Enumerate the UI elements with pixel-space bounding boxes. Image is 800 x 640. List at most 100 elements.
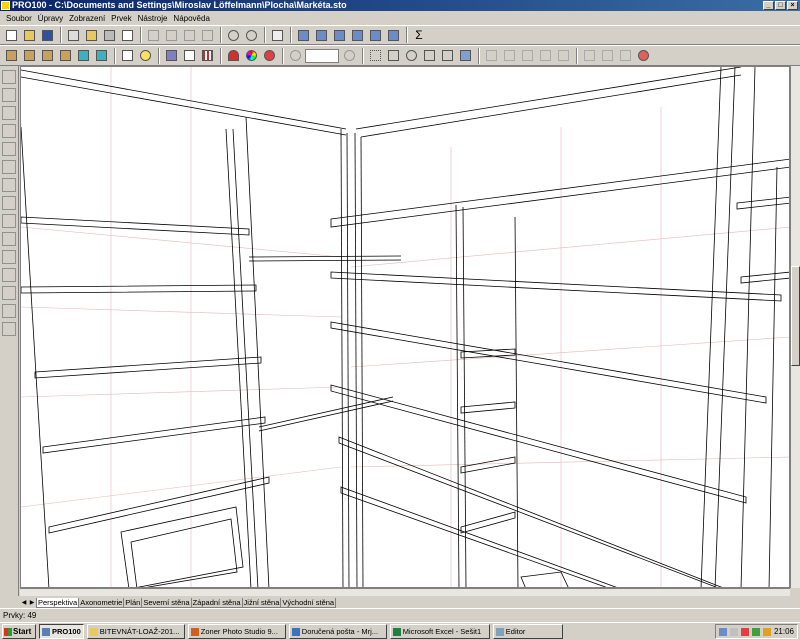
task-pro100[interactable]: PRO100: [39, 624, 84, 639]
menu-zobrazeni[interactable]: Zobrazení: [66, 14, 108, 23]
sum-button[interactable]: Σ: [411, 27, 427, 43]
dimension-button[interactable]: [181, 48, 197, 64]
copy-button[interactable]: [163, 27, 179, 43]
door-button[interactable]: [39, 48, 55, 64]
tool-b-button[interactable]: [501, 48, 517, 64]
grid-button[interactable]: [199, 48, 215, 64]
pan-icon[interactable]: [2, 124, 16, 138]
preview-button[interactable]: [119, 27, 135, 43]
fly-icon[interactable]: [2, 196, 16, 210]
save-as-button[interactable]: [83, 27, 99, 43]
menu-prvek[interactable]: Prvek: [108, 14, 134, 23]
render-button[interactable]: [163, 48, 179, 64]
zoom-input[interactable]: [305, 48, 339, 63]
print-button[interactable]: [101, 27, 117, 43]
tab-scroll-left-icon[interactable]: ◀: [20, 598, 28, 608]
tab-axonometrie[interactable]: Axonometrie: [78, 598, 125, 608]
solid-icon[interactable]: [2, 286, 16, 300]
material-button[interactable]: [75, 48, 91, 64]
orbit-icon[interactable]: [2, 214, 16, 228]
texture-button[interactable]: [93, 48, 109, 64]
tab-scroll-right-icon[interactable]: ▶: [28, 598, 36, 608]
delete-button[interactable]: [199, 27, 215, 43]
view-2-button[interactable]: [313, 27, 329, 43]
tab-vychodni-stena[interactable]: Východní stěna: [280, 598, 337, 608]
minimize-button[interactable]: _: [763, 1, 774, 10]
look-icon[interactable]: [2, 178, 16, 192]
cabinet-button[interactable]: [3, 48, 19, 64]
color-button[interactable]: [243, 48, 259, 64]
align-button[interactable]: [439, 48, 455, 64]
tab-zapadni-stena[interactable]: Západní stěna: [190, 598, 243, 608]
scrollbar-thumb[interactable]: [791, 266, 800, 366]
tab-severni-stena[interactable]: Severní stěna: [141, 598, 192, 608]
tool-c-button[interactable]: [519, 48, 535, 64]
redo-button[interactable]: [243, 27, 259, 43]
3d-viewport[interactable]: [20, 66, 790, 588]
tool-g-button[interactable]: [599, 48, 615, 64]
tab-jizni-stena[interactable]: Jižní stěna: [241, 598, 282, 608]
task-posta[interactable]: Doručená pošta - Mrj...: [288, 624, 387, 639]
mirror-button[interactable]: [421, 48, 437, 64]
wireframe-icon[interactable]: [2, 268, 16, 282]
paste-button[interactable]: [181, 27, 197, 43]
cut-button[interactable]: [145, 27, 161, 43]
pointer-icon[interactable]: [2, 70, 16, 84]
cancel-tool-button[interactable]: [635, 48, 651, 64]
walk-icon[interactable]: [2, 160, 16, 174]
select-all-button[interactable]: [367, 48, 383, 64]
task-editor[interactable]: Editor: [492, 624, 563, 639]
tab-perspektiva[interactable]: Perspektiva: [36, 598, 80, 608]
zoom-icon[interactable]: [2, 142, 16, 156]
tool-a-button[interactable]: [483, 48, 499, 64]
antivirus-icon[interactable]: [740, 627, 749, 636]
network-icon[interactable]: [718, 627, 727, 636]
zoom-in-button[interactable]: [341, 48, 357, 64]
sun-icon[interactable]: [2, 88, 16, 102]
menu-nastroje[interactable]: Nástroje: [135, 14, 171, 23]
task-zoner[interactable]: Zoner Photo Studio 9...: [187, 624, 286, 639]
drawer-button[interactable]: [21, 48, 37, 64]
task-excel[interactable]: Microsoft Excel - Sešit1: [389, 624, 490, 639]
view-1-button[interactable]: [295, 27, 311, 43]
close-button[interactable]: ×: [787, 1, 798, 10]
stop-button[interactable]: [261, 48, 277, 64]
open-button[interactable]: [21, 27, 37, 43]
volume-icon[interactable]: [729, 627, 738, 636]
group-button[interactable]: [457, 48, 473, 64]
menu-upravy[interactable]: Úpravy: [35, 14, 66, 23]
new-file-button[interactable]: [3, 27, 19, 43]
view-4-button[interactable]: [349, 27, 365, 43]
maximize-button[interactable]: □: [775, 1, 786, 10]
menu-soubor[interactable]: Soubor: [3, 14, 35, 23]
label-button[interactable]: [119, 48, 135, 64]
vertical-scrollbar[interactable]: [790, 66, 800, 588]
task-bitevnat[interactable]: BITEVNÁT-LOAŽ-201...: [86, 624, 185, 639]
view-6-button[interactable]: [385, 27, 401, 43]
update-icon[interactable]: [762, 627, 771, 636]
shade-icon[interactable]: [2, 322, 16, 336]
save-button[interactable]: [39, 27, 55, 43]
undo-button[interactable]: [225, 27, 241, 43]
properties-button[interactable]: [269, 27, 285, 43]
horizontal-scrollbar[interactable]: [20, 588, 790, 596]
view-3-button[interactable]: [331, 27, 347, 43]
view-5-button[interactable]: [367, 27, 383, 43]
board-button[interactable]: [57, 48, 73, 64]
tab-plan[interactable]: Plán: [123, 598, 143, 608]
tool-e-button[interactable]: [555, 48, 571, 64]
zoom-out-button[interactable]: [287, 48, 303, 64]
target-icon[interactable]: [2, 250, 16, 264]
tool-d-button[interactable]: [537, 48, 553, 64]
light-button[interactable]: [137, 48, 153, 64]
texture-view-icon[interactable]: [2, 304, 16, 318]
messenger-icon[interactable]: [751, 627, 760, 636]
camera-icon[interactable]: [2, 232, 16, 246]
print-preview-button[interactable]: [65, 27, 81, 43]
rotate-view-icon[interactable]: [2, 106, 16, 120]
move-button[interactable]: [385, 48, 401, 64]
rotate-button[interactable]: [403, 48, 419, 64]
start-button[interactable]: Start: [2, 624, 36, 639]
menu-napoveda[interactable]: Nápověda: [170, 14, 212, 23]
magnet-button[interactable]: [225, 48, 241, 64]
